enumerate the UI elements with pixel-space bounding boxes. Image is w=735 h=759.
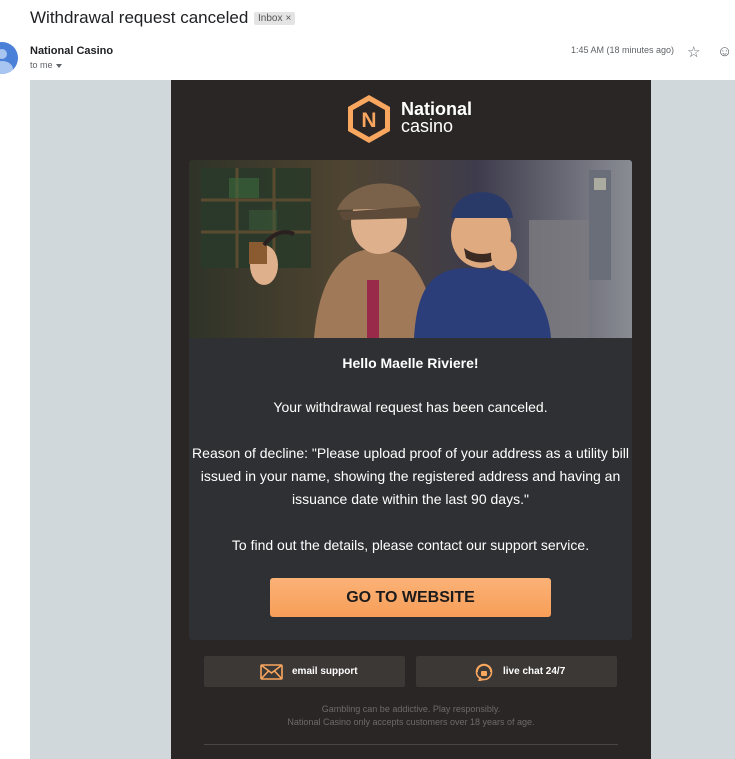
recipient-label: to me: [30, 60, 53, 70]
go-to-website-button[interactable]: GO TO WEBSITE: [270, 578, 551, 617]
envelope-icon: [260, 663, 283, 680]
recipient-details[interactable]: to me: [30, 60, 62, 70]
remove-label-icon[interactable]: ×: [285, 13, 291, 24]
email-timestamp: 1:45 AM (18 minutes ago): [571, 45, 675, 55]
logo-letter: N: [361, 109, 376, 132]
live-chat-button[interactable]: live chat 24/7: [416, 656, 617, 687]
sender-name[interactable]: National Casino: [30, 45, 113, 57]
brand-name: National casino: [401, 100, 472, 136]
disclaimer-line-1: Gambling can be addictive. Play responsi…: [321, 704, 501, 714]
decline-reason-line-2: issued in your name, showing the registe…: [200, 468, 621, 484]
hero-banner-image: [189, 160, 632, 338]
email-support-label: email support: [292, 666, 358, 677]
national-casino-logo-icon: N: [348, 95, 390, 143]
footer-divider: [204, 744, 618, 745]
brand-name-line2: casino: [401, 116, 454, 136]
decline-reason-line-1: Reason of decline: "Please upload proof …: [192, 445, 629, 461]
inbox-label[interactable]: Inbox ×: [254, 12, 296, 25]
email-support-button[interactable]: email support: [204, 656, 405, 687]
message-card: Hello Maelle Riviere! Your withdrawal re…: [189, 338, 632, 640]
support-note: To find out the details, please contact …: [231, 537, 590, 553]
decline-reason-line-3: issuance date within the last 90 days.": [292, 491, 529, 507]
newsletter-container: N National casino Hello Maelle Riviere! …: [171, 80, 651, 759]
inbox-label-text: Inbox: [258, 13, 283, 24]
headset-chat-icon: [475, 663, 493, 681]
disclaimer-line-2: National Casino only accepts customers o…: [287, 717, 535, 727]
star-icon[interactable]: ☆: [687, 43, 700, 61]
chevron-down-icon: [55, 63, 62, 68]
greeting: Hello Maelle Riviere!: [342, 355, 479, 371]
emoji-reaction-icon[interactable]: ☺: [717, 43, 732, 60]
email-subject: Withdrawal request canceled: [30, 8, 249, 27]
sender-avatar[interactable]: [0, 42, 18, 74]
detectives-illustration: [201, 168, 611, 338]
status-message: Your withdrawal request has been cancele…: [273, 399, 548, 415]
live-chat-label: live chat 24/7: [503, 666, 566, 677]
responsible-gambling-disclaimer: Gambling can be addictive. Play responsi…: [171, 703, 651, 729]
